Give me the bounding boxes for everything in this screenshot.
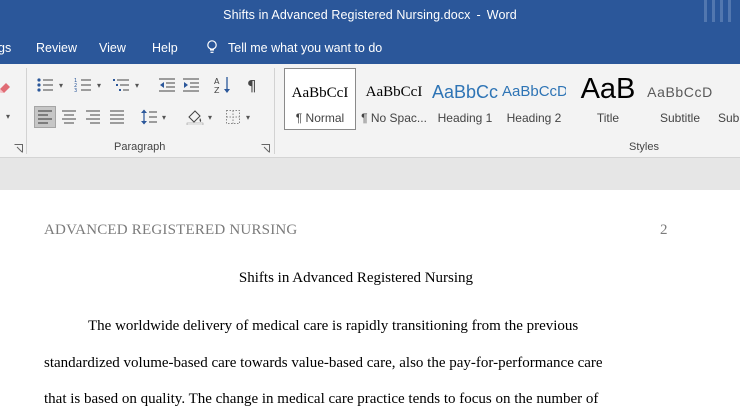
svg-text:A: A (214, 77, 220, 86)
style-preview: AaB (580, 73, 636, 105)
shading-dropdown[interactable]: ▾ (208, 113, 212, 122)
style-name: Subtitle (659, 111, 701, 125)
style-normal[interactable]: AaBbCcI ¶ Normal (284, 68, 356, 130)
numbering-dropdown[interactable]: ▾ (97, 81, 101, 90)
align-left-icon (38, 110, 52, 124)
tell-me-label: Tell me what you want to do (228, 41, 383, 55)
sort-button[interactable]: A Z (212, 74, 234, 96)
style-preview: AaBbCcI (365, 84, 423, 100)
numbering-icon: 1 2 3 (74, 78, 91, 93)
borders-dropdown[interactable]: ▾ (246, 113, 250, 122)
tab-help[interactable]: Help (152, 41, 178, 55)
ribbon-home: ▾ ▾ 1 2 3 ▾ ▾ A Z ¶ ▾ ▾ ▾ Paragraph AaBb… (0, 64, 740, 158)
title-bar: Shifts in Advanced Registered Nursing.do… (0, 0, 740, 32)
line-spacing-icon (141, 109, 157, 125)
page-number: 2 (660, 222, 668, 238)
multilevel-list-button[interactable] (110, 74, 132, 96)
center-button[interactable] (58, 106, 80, 128)
document-title: Shifts in Advanced Registered Nursing (238, 270, 474, 286)
tab-view[interactable]: View (99, 41, 126, 55)
tab-review[interactable]: Review (36, 41, 77, 55)
decrease-indent-button[interactable] (156, 74, 178, 96)
lightbulb-icon (207, 40, 217, 53)
style-title[interactable]: AaB Title (572, 68, 644, 130)
bullets-button[interactable] (34, 74, 56, 96)
line-spacing-button[interactable] (138, 106, 160, 128)
style-preview: AaBbCcD (502, 83, 566, 100)
borders-icon (226, 110, 240, 124)
window-title: Shifts in Advanced Registered Nursing.do… (0, 8, 740, 22)
font-options-dropdown[interactable]: ▾ (6, 112, 10, 121)
style-preview: AaBbCcI (291, 85, 349, 101)
app-name: Word (486, 8, 517, 22)
svg-text:¶: ¶ (247, 77, 257, 93)
shading-icon (186, 110, 204, 125)
bullets-icon (37, 78, 53, 92)
line-spacing-dropdown[interactable]: ▾ (162, 113, 166, 122)
justify-icon (110, 110, 124, 124)
styles-gallery: AaBbCcI ¶ Normal AaBbCcI ¶ No Spac... Aa… (282, 68, 740, 130)
style-name: Heading 1 (437, 111, 493, 125)
style-name: Heading 2 (506, 111, 562, 125)
increase-indent-icon (183, 78, 199, 92)
decrease-indent-icon (159, 78, 175, 92)
multilevel-list-icon (113, 79, 129, 91)
window-decoration (702, 0, 736, 32)
group-separator (26, 68, 27, 154)
align-right-button[interactable] (82, 106, 104, 128)
align-left-button[interactable] (34, 106, 56, 128)
style-name: Title (596, 111, 620, 125)
font-dialog-launcher-icon[interactable] (14, 144, 23, 153)
sort-icon: A Z (214, 77, 230, 94)
document-name: Shifts in Advanced Registered Nursing.do… (223, 8, 471, 22)
show-hide-marks-button[interactable]: ¶ (242, 74, 264, 96)
group-separator (274, 68, 275, 154)
style-heading-1[interactable]: AaBbCc Heading 1 (432, 68, 498, 130)
style-name: Sub (718, 111, 740, 125)
align-right-icon (86, 110, 100, 124)
document-canvas-gap (0, 158, 740, 190)
style-preview (718, 80, 740, 104)
ribbon-tabs: gs Review View Help Tell me what you wan… (0, 32, 740, 64)
style-name: ¶ No Spac... (361, 111, 427, 125)
title-separator: - (476, 8, 481, 22)
center-icon (62, 110, 76, 124)
clear-formatting-button[interactable] (0, 76, 16, 98)
tell-me-search[interactable]: Tell me what you want to do (206, 40, 382, 55)
justify-button[interactable] (106, 106, 128, 128)
style-name: ¶ Normal (295, 111, 345, 125)
style-heading-2[interactable]: AaBbCcD Heading 2 (502, 68, 566, 130)
styles-group-label: Styles (629, 141, 659, 153)
bullets-dropdown[interactable]: ▾ (59, 81, 63, 90)
eraser-icon (0, 83, 10, 93)
body-line: The worldwide delivery of medical care i… (88, 318, 579, 334)
paragraph-dialog-launcher-icon[interactable] (261, 144, 270, 153)
show-marks-icon: ¶ (247, 77, 257, 93)
body-line: standardized volume-based care towards v… (44, 355, 603, 371)
multilevel-list-dropdown[interactable]: ▾ (135, 81, 139, 90)
style-subtle-emphasis[interactable]: Sub (718, 68, 740, 130)
tab-design[interactable]: gs (0, 41, 11, 55)
shading-button[interactable] (184, 106, 206, 128)
style-no-spacing[interactable]: AaBbCcI ¶ No Spac... (358, 68, 430, 130)
borders-button[interactable] (222, 106, 244, 128)
body-line: that is based on quality. The change in … (44, 391, 599, 407)
increase-indent-button[interactable] (180, 74, 202, 96)
paragraph-group-label: Paragraph (114, 141, 166, 153)
style-preview: AaBbCcD (647, 84, 713, 100)
document-page[interactable]: ADVANCED REGISTERED NURSING 2 Shifts in … (0, 190, 740, 420)
running-head: ADVANCED REGISTERED NURSING (44, 222, 298, 238)
svg-text:3: 3 (74, 88, 77, 93)
style-preview: AaBbCc (432, 82, 498, 102)
numbering-button[interactable]: 1 2 3 (72, 74, 94, 96)
style-subtitle[interactable]: AaBbCcD Subtitle (646, 68, 714, 130)
svg-text:Z: Z (214, 86, 220, 94)
